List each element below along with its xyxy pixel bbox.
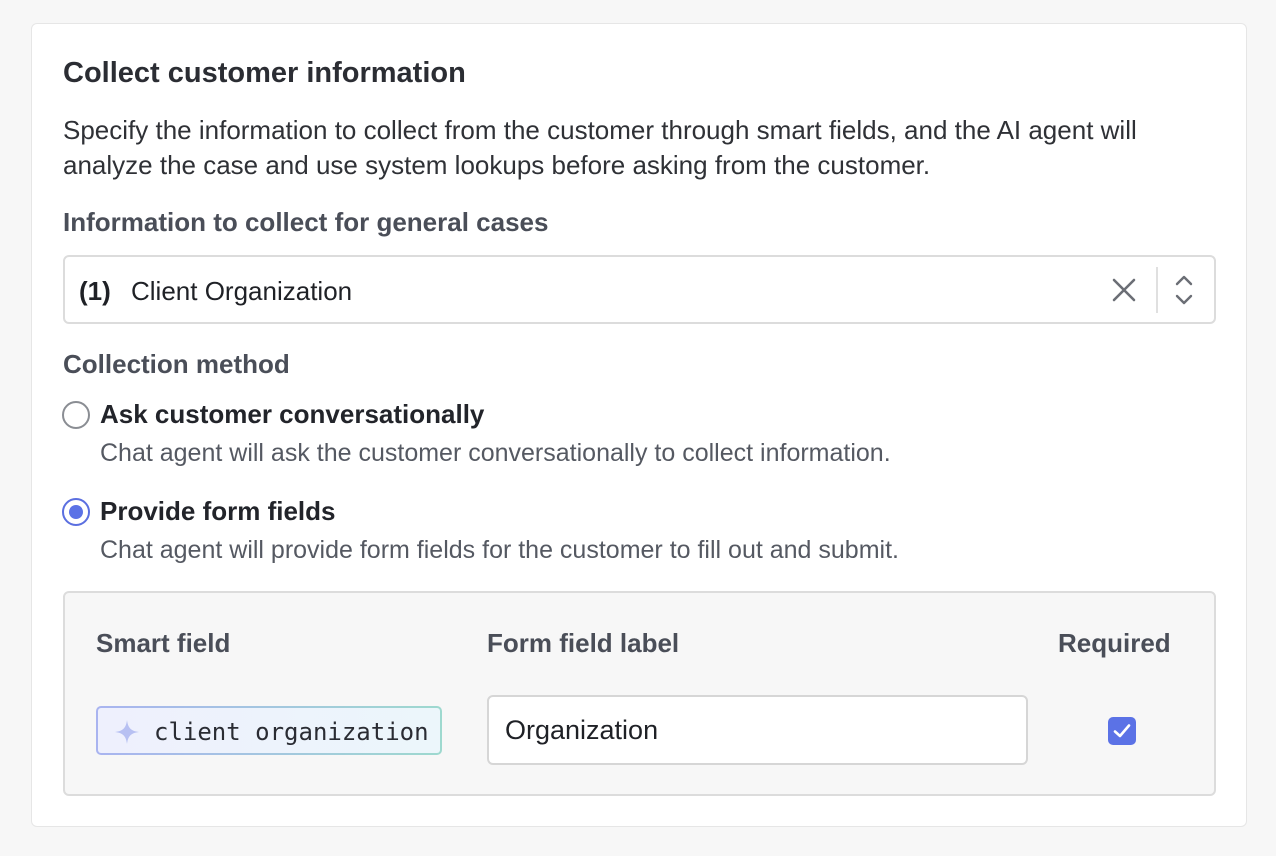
required-checkbox[interactable] xyxy=(1108,717,1136,745)
radio-button[interactable] xyxy=(62,401,90,429)
required-header: Required xyxy=(1058,628,1171,658)
select-divider xyxy=(1156,267,1158,313)
radio-help-text: Chat agent will provide form fields for … xyxy=(100,536,899,564)
card-title: Collect customer information xyxy=(63,57,466,89)
collect-section-label: Information to collect for general cases xyxy=(63,207,549,237)
card-description: Specify the information to collect from … xyxy=(63,115,1137,180)
info-multiselect[interactable]: (1) Client Organization xyxy=(63,255,1216,324)
form-field-label-header: Form field label xyxy=(487,628,680,658)
selected-value: Client Organization xyxy=(131,276,353,306)
chevron-up-down-icon[interactable] xyxy=(1171,272,1197,308)
radio-label: Ask customer conversationally xyxy=(100,399,485,429)
close-icon[interactable] xyxy=(1111,277,1137,303)
smart-field-chip[interactable]: client organization xyxy=(96,706,442,755)
radio-label: Provide form fields xyxy=(100,496,336,526)
sparkle-icon xyxy=(114,719,140,745)
radio-button[interactable] xyxy=(62,498,90,526)
smart-field-header: Smart field xyxy=(96,628,231,658)
form-fields-panel: Smart field Form field label Required cl… xyxy=(63,591,1216,796)
form-field-label-input[interactable] xyxy=(487,695,1028,765)
collection-method-label: Collection method xyxy=(63,349,290,379)
radio-help-text: Chat agent will ask the customer convers… xyxy=(100,439,891,467)
selected-count: (1) xyxy=(79,276,111,306)
smart-field-name: client organization xyxy=(154,718,429,746)
collect-info-card: Collect customer information Specify the… xyxy=(31,23,1247,827)
